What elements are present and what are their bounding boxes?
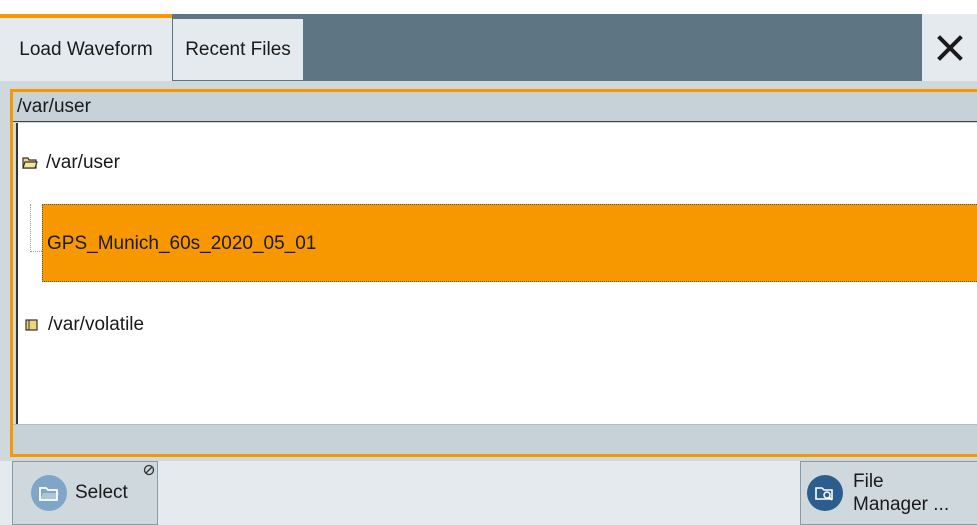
tree-file-label: GPS_Munich_60s_2020_05_01: [47, 233, 317, 254]
tree-connector: [30, 204, 31, 252]
file-manager-label-line1: File: [853, 471, 884, 492]
tree-folder-var-user[interactable]: /var/user: [22, 150, 120, 176]
not-available-icon: [143, 464, 155, 476]
tree-folder-var-volatile[interactable]: /var/volatile: [24, 312, 144, 338]
tab-load-waveform[interactable]: Load Waveform: [0, 14, 172, 81]
tree-folder-label: /var/volatile: [48, 314, 145, 335]
folder-open-icon: [31, 475, 67, 511]
file-manager-label: File Manager ...: [853, 470, 949, 516]
folder-open-icon: [22, 157, 38, 169]
tab-load-waveform-label: Load Waveform: [19, 38, 153, 60]
tree-connector: [30, 251, 42, 252]
select-button-label: Select: [75, 482, 128, 503]
tree-folder-label: /var/user: [46, 152, 120, 173]
folder-icon: [25, 319, 38, 331]
tab-recent-files-label: Recent Files: [185, 38, 291, 60]
tree-scroll-area: [13, 424, 977, 454]
file-manager-button[interactable]: File Manager ...: [800, 461, 977, 525]
select-button[interactable]: Select: [12, 461, 158, 525]
current-path-header: /var/user: [13, 92, 977, 122]
file-manager-label-line2: Manager ...: [853, 494, 950, 515]
close-icon: [936, 34, 963, 61]
close-button[interactable]: [922, 14, 977, 81]
file-manager-icon: [807, 475, 843, 511]
tab-recent-files[interactable]: Recent Files: [172, 14, 304, 81]
tree-file-selected[interactable]: GPS_Munich_60s_2020_05_01: [42, 204, 977, 282]
